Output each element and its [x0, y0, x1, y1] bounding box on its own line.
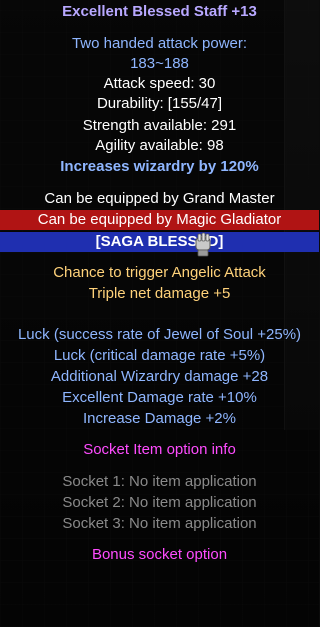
additional-wizardry-option: Additional Wizardry damage +28	[50, 368, 269, 385]
attack-power-label: Two handed attack power:	[71, 35, 248, 52]
item-tooltip: Excellent Blessed Staff +13 Two handed a…	[0, 0, 319, 627]
item-title: Excellent Blessed Staff +13	[62, 3, 257, 20]
durability: Durability: [155/47]	[96, 95, 223, 112]
equip-magic-gladiator: Can be equipped by Magic Gladiator	[37, 211, 282, 228]
socket-3: Socket 3: No item application	[62, 515, 257, 532]
socket-info-header: Socket Item option info	[83, 441, 236, 458]
agility-requirement: Agility available: 98	[95, 137, 224, 154]
excellent-damage-option: Excellent Damage rate +10%	[62, 389, 257, 406]
luck-critical-option: Luck (critical damage rate +5%)	[53, 347, 266, 364]
triple-net-damage-option: Triple net damage +5	[88, 285, 231, 302]
attack-power-value: 183~188	[130, 55, 189, 72]
gauntlet-cursor-icon	[195, 232, 211, 257]
strength-requirement: Strength available: 291	[82, 117, 237, 134]
bonus-socket-option: Bonus socket option	[91, 546, 228, 563]
attack-speed: Attack speed: 30	[103, 75, 216, 92]
saga-blessed-label: [SAGA BLESSED]	[95, 233, 224, 250]
socket-1: Socket 1: No item application	[62, 473, 257, 490]
equip-grand-master: Can be equipped by Grand Master	[44, 190, 275, 207]
socket-2: Socket 2: No item application	[62, 494, 257, 511]
luck-jewel-option: Luck (success rate of Jewel of Soul +25%…	[17, 326, 302, 343]
wizardry-bonus: Increases wizardry by 120%	[60, 158, 259, 175]
angelic-attack-option: Chance to trigger Angelic Attack	[53, 264, 266, 281]
increase-damage-option: Increase Damage +2%	[82, 410, 236, 427]
